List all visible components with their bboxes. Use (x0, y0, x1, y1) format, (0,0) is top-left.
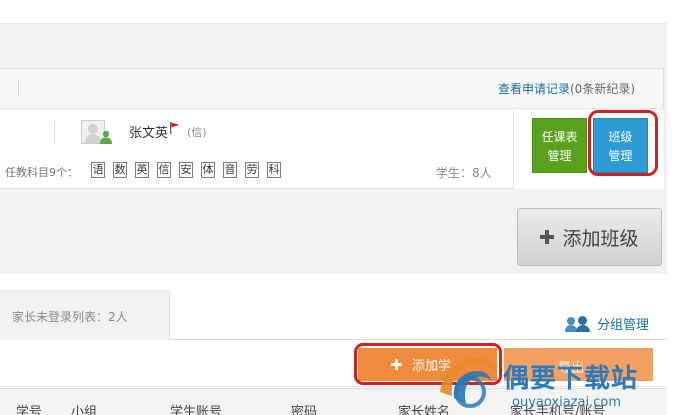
teacher-name[interactable]: 张文英 (129, 122, 168, 141)
schedule-button-line1: 任课表 (541, 130, 578, 144)
apply-record-label[interactable]: 查看申请记录 (498, 82, 570, 96)
body-divider (54, 122, 55, 144)
apply-pending-count: (0条新纪录) (570, 82, 635, 96)
tab-unlogged-parents[interactable]: 家长未登录列表：2人 (0, 290, 170, 340)
subject-item: 音 (223, 162, 237, 178)
subject-item: 信 (157, 162, 171, 178)
column-header: 密码 (291, 405, 318, 415)
watermark-url: ouyaoxiazai.com (512, 395, 621, 410)
teacher-user-icon (100, 130, 112, 144)
subject-item: 安 (179, 162, 193, 178)
group-users-icon (565, 315, 591, 332)
column-header: 小组 (71, 405, 98, 415)
subject-item: 英 (135, 162, 149, 178)
schedule-button-line2: 管理 (547, 149, 572, 163)
plus-icon (540, 230, 555, 244)
teacher-subject-tag: (信) (187, 126, 207, 139)
column-header: 学号 (16, 405, 43, 415)
subjects-label: 任教科目9个： (5, 166, 78, 179)
subject-item: 数 (113, 162, 127, 178)
student-tabbar: 家长未登录列表：2人 分组管理 (0, 290, 667, 340)
add-class-button[interactable]: 添加班级 (517, 208, 662, 266)
class-card-body: 张文英 (信) 任教科目9个： 语 数 英 信 安 体 音 劳 科 学生：8人 (0, 110, 513, 189)
apply-record-link[interactable]: 查看申请记录(0条新纪录) (498, 80, 635, 97)
students-count: 学生：8人 (436, 166, 492, 180)
subject-list: 语 数 英 信 安 体 音 劳 科 (91, 162, 289, 178)
add-class-label: 添加班级 (562, 227, 639, 250)
subject-item: 语 (91, 162, 105, 178)
watermark-text: 偶要下载站 (503, 364, 639, 394)
group-manage-label: 分组管理 (597, 318, 650, 333)
subject-item: 科 (267, 162, 281, 178)
subject-item: 体 (201, 162, 215, 178)
class-manage-highlight (588, 110, 658, 176)
group-manage-link[interactable]: 分组管理 (565, 314, 649, 333)
watermark-logo-icon (440, 357, 496, 408)
schedule-manage-button[interactable]: 任课表 管理 (532, 118, 587, 173)
flag-icon (170, 122, 180, 134)
column-header: 学生账号 (170, 405, 223, 415)
class-card-header: 查看申请记录(0条新纪录) (0, 69, 663, 109)
subject-item: 劳 (245, 162, 259, 178)
top-strip (0, 0, 667, 24)
header-divider (18, 79, 19, 97)
class-card: 查看申请记录(0条新纪录) 张文英 (信) 任教科目9个： 语 数 英 信 安 … (0, 68, 664, 189)
